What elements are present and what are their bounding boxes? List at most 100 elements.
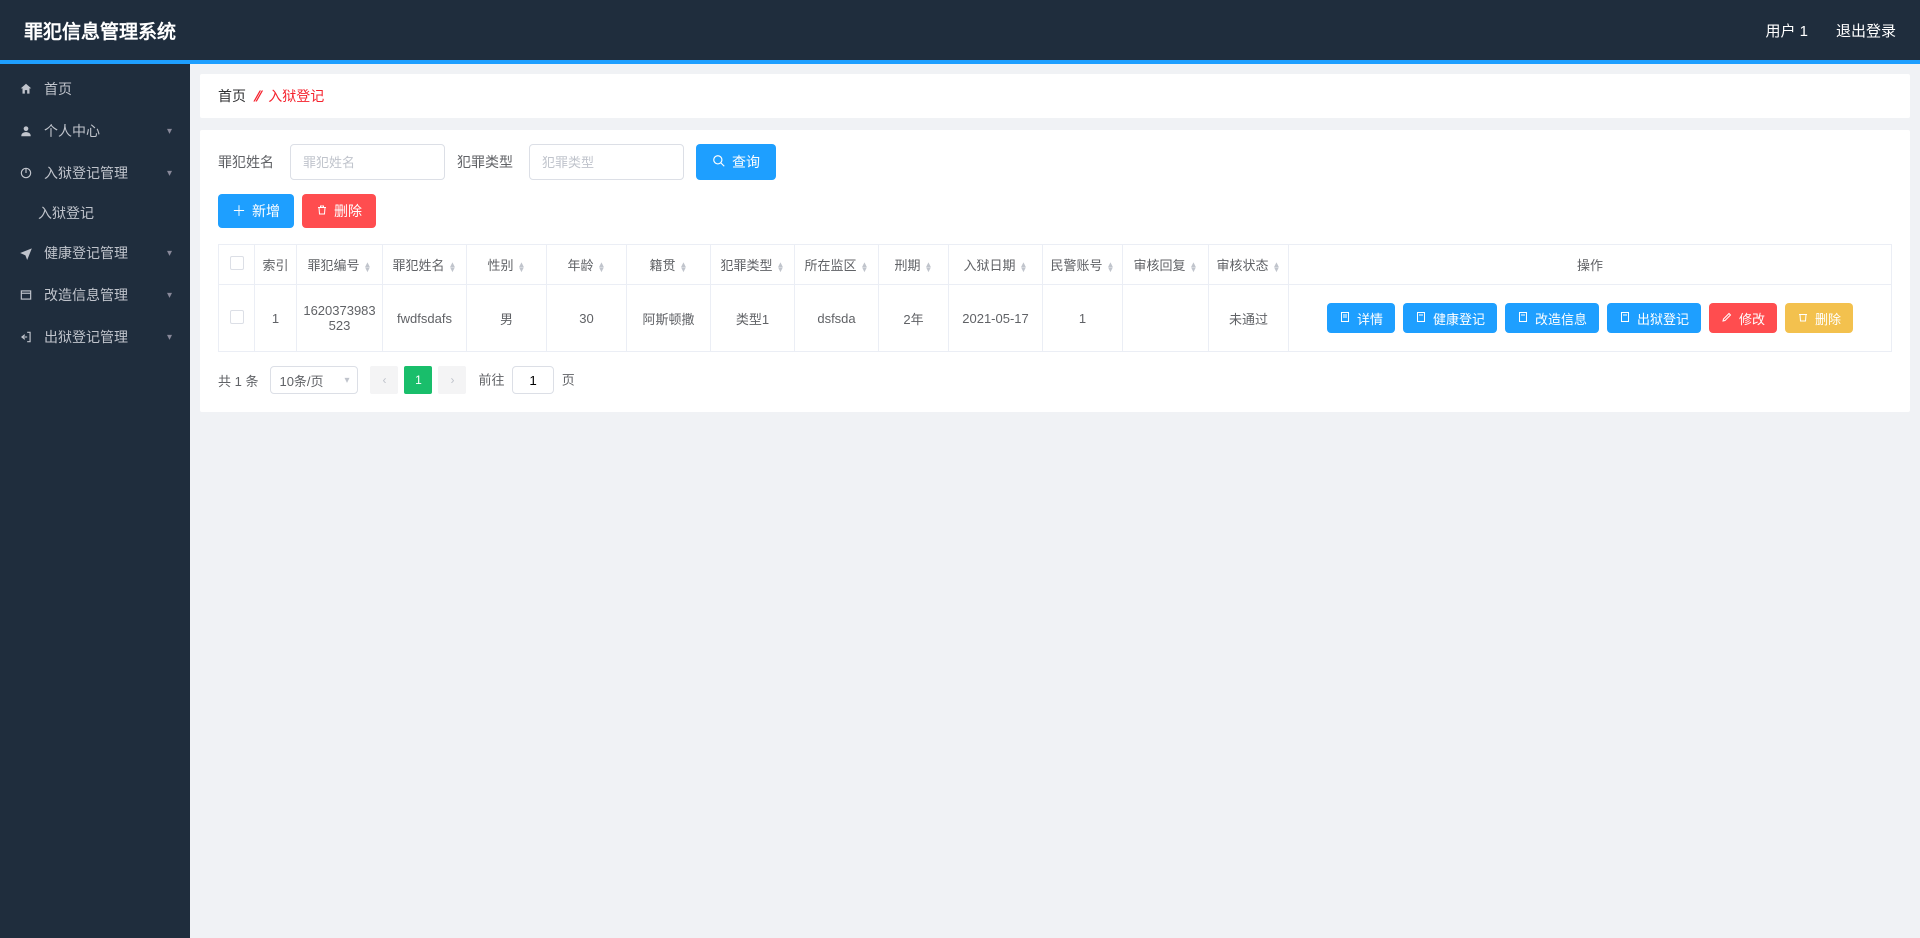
pagination-goto: 前往 页: [478, 366, 574, 394]
chevron-down-icon: ▾: [167, 290, 172, 301]
search-button-label: 查询: [732, 152, 760, 172]
sort-icon: ▲▼: [598, 262, 606, 272]
cell-gender: 男: [467, 285, 547, 352]
th-crime-type[interactable]: 犯罪类型▲▼: [711, 245, 795, 285]
logout-icon: [18, 329, 34, 345]
th-index: 索引: [255, 245, 297, 285]
row-edit-button[interactable]: 修改: [1709, 303, 1777, 333]
sort-icon: ▲▼: [1020, 262, 1028, 272]
doc-icon: [1415, 311, 1427, 326]
checkbox-icon[interactable]: [230, 256, 244, 270]
plus-icon: ＋: [232, 201, 246, 221]
sidebar-item-label: 改造信息管理: [44, 285, 167, 305]
chevron-down-icon: ▾: [167, 248, 172, 259]
chevron-down-icon: ▾: [167, 168, 172, 179]
th-name[interactable]: 罪犯姓名▲▼: [383, 245, 467, 285]
row-health-button[interactable]: 健康登记: [1403, 303, 1497, 333]
cell-index: 1: [255, 285, 297, 352]
row-reform-button[interactable]: 改造信息: [1505, 303, 1599, 333]
doc-icon: [1517, 311, 1529, 326]
pager-page-1[interactable]: 1: [404, 366, 432, 394]
th-in-date[interactable]: 入狱日期▲▼: [949, 245, 1043, 285]
sidebar-item-health[interactable]: 健康登记管理 ▾: [0, 232, 190, 274]
sidebar-subitem-incarceration-record[interactable]: 入狱登记: [0, 194, 190, 232]
th-origin[interactable]: 籍贯▲▼: [627, 245, 711, 285]
search-icon: [712, 154, 726, 171]
cell-number: 1620373983523: [297, 285, 383, 352]
breadcrumb-home[interactable]: 首页: [218, 86, 246, 106]
plane-icon: [18, 245, 34, 261]
th-number[interactable]: 罪犯编号▲▼: [297, 245, 383, 285]
th-police-account[interactable]: 民警账号▲▼: [1043, 245, 1123, 285]
row-detail-button[interactable]: 详情: [1327, 303, 1395, 333]
sort-icon: ▲▼: [364, 262, 372, 272]
goto-input[interactable]: [512, 366, 554, 394]
main-content: 首页 ⫽ 入狱登记 罪犯姓名 犯罪类型 查询 ＋ 新增: [190, 64, 1920, 938]
filter-row: 罪犯姓名 犯罪类型 查询: [218, 144, 1892, 180]
pagination: 共 1 条 10条/页 ▾ ‹ 1 › 前往 页: [218, 366, 1892, 394]
row-checkbox[interactable]: [230, 310, 244, 324]
pagination-total: 共 1 条: [218, 371, 258, 390]
breadcrumb: 首页 ⫽ 入狱登记: [200, 74, 1910, 118]
sort-icon: ▲▼: [1107, 262, 1115, 272]
sort-icon: ▲▼: [925, 262, 933, 272]
sort-icon: ▲▼: [1273, 262, 1281, 272]
filter-name-label: 罪犯姓名: [218, 152, 274, 172]
sidebar-item-home[interactable]: 首页: [0, 68, 190, 110]
pager-next[interactable]: ›: [438, 366, 466, 394]
sort-icon: ▲▼: [449, 262, 457, 272]
data-table: 索引 罪犯编号▲▼ 罪犯姓名▲▼ 性别▲▼ 年龄▲▼ 籍贯▲▼ 犯罪类型▲▼ 所…: [218, 244, 1892, 352]
search-button[interactable]: 查询: [696, 144, 776, 180]
trash-icon: [1797, 311, 1809, 326]
cell-sentence: 2年: [879, 285, 949, 352]
sidebar-subitem-label: 入狱登记: [38, 203, 94, 223]
chevron-down-icon: ▾: [167, 332, 172, 343]
page-size-select[interactable]: 10条/页 ▾: [270, 366, 358, 394]
breadcrumb-separator-icon: ⫽: [254, 88, 260, 105]
th-review-status[interactable]: 审核状态▲▼: [1209, 245, 1289, 285]
sidebar-item-label: 出狱登记管理: [44, 327, 167, 347]
th-zone[interactable]: 所在监区▲▼: [795, 245, 879, 285]
user-label[interactable]: 用户 1: [1765, 20, 1808, 41]
home-icon: [18, 81, 34, 97]
goto-suffix: 页: [562, 373, 575, 388]
pager-prev[interactable]: ‹: [370, 366, 398, 394]
breadcrumb-current: 入狱登记: [268, 86, 324, 106]
sidebar-item-label: 入狱登记管理: [44, 163, 167, 183]
th-ops: 操作: [1289, 245, 1892, 285]
sort-icon: ▲▼: [680, 262, 688, 272]
chevron-down-icon: ▾: [167, 126, 172, 137]
cell-review-reply: [1123, 285, 1209, 352]
add-button[interactable]: ＋ 新增: [218, 194, 294, 228]
filter-type-input[interactable]: [529, 144, 684, 180]
cell-name: fwdfsdafs: [383, 285, 467, 352]
th-sentence[interactable]: 刑期▲▼: [879, 245, 949, 285]
filter-type-label: 犯罪类型: [457, 152, 513, 172]
sidebar-item-label: 个人中心: [44, 121, 167, 141]
th-select-all[interactable]: [219, 245, 255, 285]
sidebar-item-incarceration[interactable]: 入狱登记管理 ▾: [0, 152, 190, 194]
sidebar-item-reform[interactable]: 改造信息管理 ▾: [0, 274, 190, 316]
row-delete-button[interactable]: 删除: [1785, 303, 1853, 333]
pager: ‹ 1 ›: [370, 366, 466, 394]
th-age[interactable]: 年龄▲▼: [547, 245, 627, 285]
th-review-reply[interactable]: 审核回复▲▼: [1123, 245, 1209, 285]
sidebar-item-profile[interactable]: 个人中心 ▾: [0, 110, 190, 152]
cell-zone: dsfsda: [795, 285, 879, 352]
page-size-label: 10条/页: [279, 371, 323, 390]
filter-name-input[interactable]: [290, 144, 445, 180]
table-row: 1 1620373983523 fwdfsdafs 男 30 阿斯顿撒 类型1 …: [219, 285, 1892, 352]
cell-origin: 阿斯顿撒: [627, 285, 711, 352]
chevron-down-icon: ▾: [344, 375, 349, 386]
th-gender[interactable]: 性别▲▼: [467, 245, 547, 285]
content-card: 罪犯姓名 犯罪类型 查询 ＋ 新增 删除: [200, 130, 1910, 412]
sidebar-item-release[interactable]: 出狱登记管理 ▾: [0, 316, 190, 358]
cell-in-date: 2021-05-17: [949, 285, 1043, 352]
power-icon: [18, 165, 34, 181]
delete-button[interactable]: 删除: [302, 194, 376, 228]
cell-crime-type: 类型1: [711, 285, 795, 352]
row-release-button[interactable]: 出狱登记: [1607, 303, 1701, 333]
logout-link[interactable]: 退出登录: [1836, 20, 1896, 41]
sort-icon: ▲▼: [777, 262, 785, 272]
app-title: 罪犯信息管理系统: [24, 17, 176, 44]
